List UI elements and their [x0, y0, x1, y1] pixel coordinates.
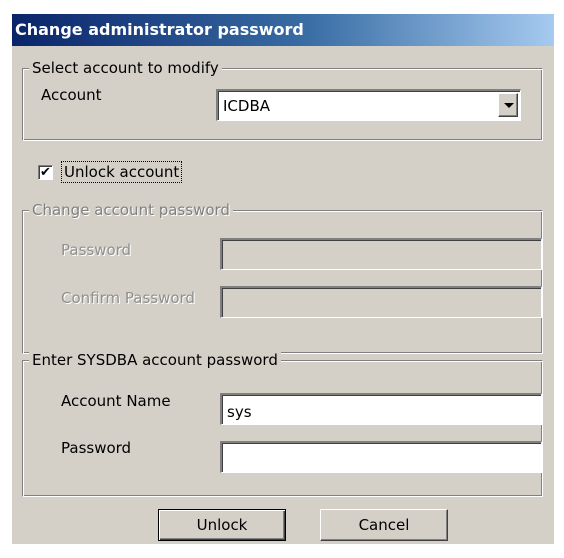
sysdba-legend: Enter SYSDBA account password: [29, 350, 281, 370]
unlock-account-checkbox[interactable]: ✔: [38, 165, 53, 180]
password-field[interactable]: [220, 238, 542, 270]
cancel-button[interactable]: Cancel: [320, 509, 448, 541]
account-name-field[interactable]: [220, 393, 542, 425]
unlock-account-label[interactable]: Unlock account: [60, 161, 183, 183]
select-account-group: Select account to modify Account ICDBA: [22, 58, 543, 141]
confirm-password-label: Confirm Password: [61, 289, 195, 307]
dialog-title: Change administrator password: [12, 14, 554, 46]
sysdba-password-label: Password: [61, 439, 132, 457]
account-select-value: ICDBA: [223, 97, 270, 115]
account-select[interactable]: ICDBA: [216, 89, 521, 121]
account-label: Account: [41, 86, 102, 104]
confirm-password-field[interactable]: [220, 286, 542, 318]
password-label: Password: [61, 241, 132, 259]
select-account-legend: Select account to modify: [29, 58, 222, 78]
unlock-button[interactable]: Unlock: [158, 509, 286, 541]
sysdba-group: Enter SYSDBA account password Account Na…: [22, 350, 543, 497]
change-password-group: Change account password Password Confirm…: [22, 200, 543, 354]
chevron-down-icon[interactable]: [498, 93, 518, 117]
sysdba-password-field[interactable]: [220, 441, 542, 473]
change-admin-password-dialog: Change administrator password Select acc…: [12, 14, 554, 544]
account-name-label: Account Name: [61, 392, 171, 410]
change-password-legend: Change account password: [29, 200, 233, 220]
